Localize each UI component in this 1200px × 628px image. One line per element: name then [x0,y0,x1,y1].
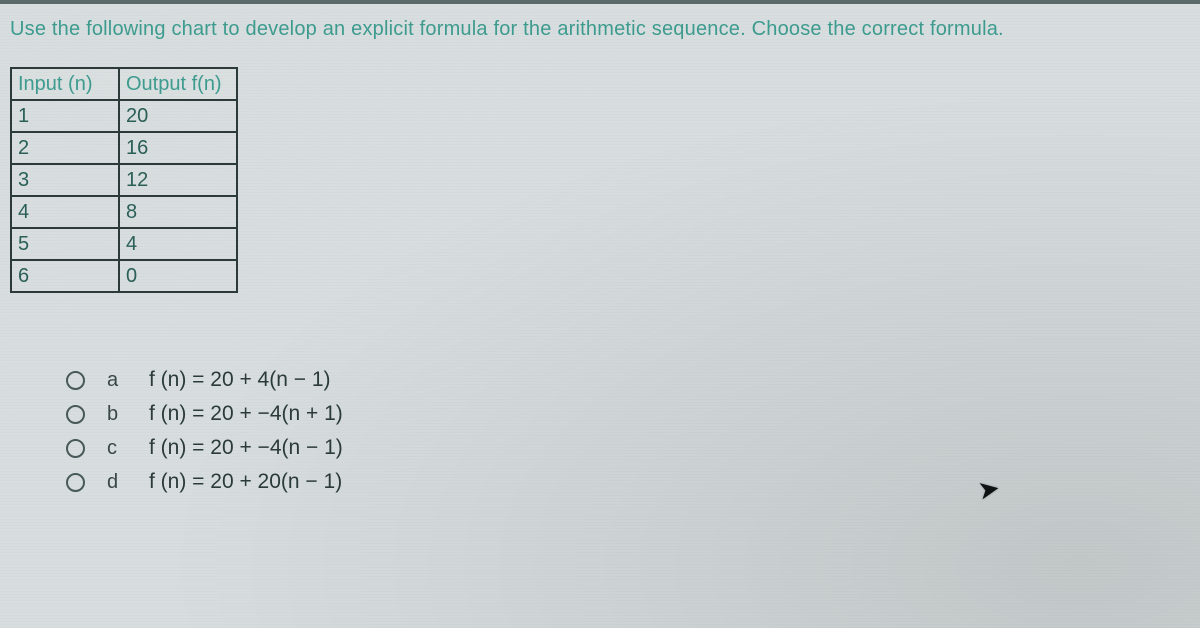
option-letter: c [107,437,149,460]
table-row: 1 20 [11,100,237,132]
option-d-row[interactable]: d f (n) = 20 + 20(n − 1) [66,465,1190,499]
radio-d[interactable] [66,473,85,492]
cell-output: 0 [119,260,237,292]
option-c-row[interactable]: c f (n) = 20 + −4(n − 1) [66,431,1190,465]
cell-input: 6 [11,260,119,292]
radio-a[interactable] [66,371,85,390]
sequence-table: Input (n) Output f(n) 1 20 2 16 3 12 4 8… [10,67,238,293]
option-formula: f (n) = 20 + 4(n − 1) [149,368,331,392]
question-text: Use the following chart to develop an ex… [10,18,1190,41]
cell-output: 4 [119,228,237,260]
option-a-row[interactable]: a f (n) = 20 + 4(n − 1) [66,363,1190,397]
table-header-output: Output f(n) [119,68,237,100]
table-row: 6 0 [11,260,237,292]
option-formula: f (n) = 20 + −4(n − 1) [149,436,343,460]
option-formula: f (n) = 20 + −4(n + 1) [149,402,343,426]
table-row: 2 16 [11,132,237,164]
cell-input: 5 [11,228,119,260]
answer-options: a f (n) = 20 + 4(n − 1) b f (n) = 20 + −… [66,363,1190,499]
cell-input: 1 [11,100,119,132]
option-b-row[interactable]: b f (n) = 20 + −4(n + 1) [66,397,1190,431]
cell-output: 12 [119,164,237,196]
option-formula: f (n) = 20 + 20(n − 1) [149,470,342,494]
table-row: 5 4 [11,228,237,260]
radio-c[interactable] [66,439,85,458]
radio-b[interactable] [66,405,85,424]
cell-output: 16 [119,132,237,164]
cell-input: 4 [11,196,119,228]
option-letter: b [107,403,149,426]
cell-output: 8 [119,196,237,228]
option-letter: d [107,471,149,494]
cell-output: 20 [119,100,237,132]
cell-input: 2 [11,132,119,164]
cell-input: 3 [11,164,119,196]
table-row: 4 8 [11,196,237,228]
table-row: 3 12 [11,164,237,196]
table-header-input: Input (n) [11,68,119,100]
option-letter: a [107,369,149,392]
